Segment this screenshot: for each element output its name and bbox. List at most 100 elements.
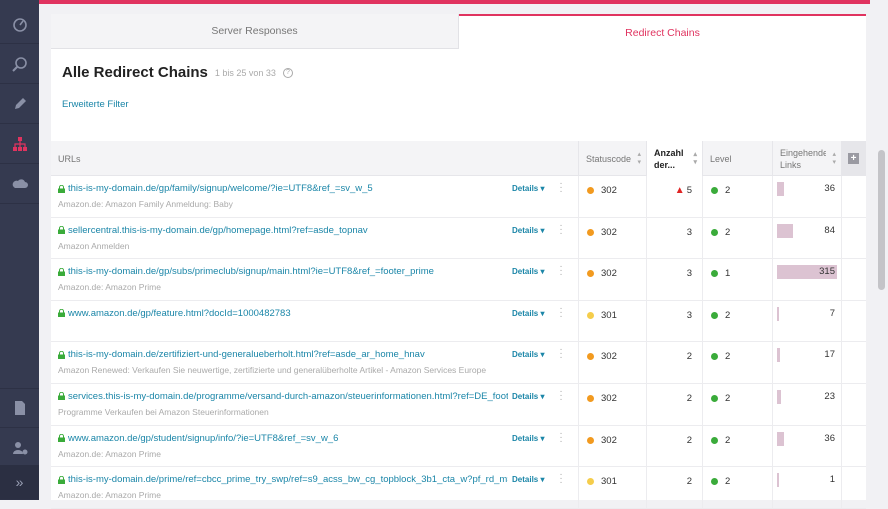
sidebar-item-cloud[interactable] <box>0 164 39 204</box>
lock-icon <box>58 226 65 235</box>
status-dot-icon <box>587 228 594 236</box>
dashboard-gauge-icon <box>12 17 27 32</box>
url-link[interactable]: this-is-my-domain.de/zertifiziert-und-ge… <box>68 349 425 360</box>
table-row: www.amazon.de/gp/student/signup/info/?ie… <box>51 425 866 468</box>
more-options-icon[interactable]: · · · <box>557 345 565 363</box>
anzahl-cell: 3 <box>647 217 703 259</box>
more-options-icon[interactable]: · · · <box>557 386 565 404</box>
more-options-icon[interactable]: · · · <box>557 303 565 321</box>
column-urls[interactable]: URLs <box>51 141 579 176</box>
lock-icon <box>58 350 65 359</box>
details-dropdown[interactable]: Details ▾ <box>512 267 544 276</box>
url-link[interactable]: this-is-my-domain.de/prime/ref=cbcc_prim… <box>68 474 508 485</box>
statuscode-cell: 302 <box>579 217 647 259</box>
advanced-filter-link[interactable]: Erweiterte Filter <box>62 99 129 110</box>
level-cell: 2 <box>703 467 773 508</box>
anzahl-cell: 3 <box>647 259 703 300</box>
details-dropdown[interactable]: Details ▾ <box>512 350 544 359</box>
level-cell: 2 <box>703 176 773 217</box>
sidebar-item-user-settings[interactable] <box>0 428 39 468</box>
column-anzahl[interactable]: Anzahl der... ▴ ▾ <box>647 141 703 176</box>
url-cell: www.amazon.de/gp/feature.html?docId=1000… <box>51 300 579 342</box>
tab-bar: Server Responses Redirect Chains <box>51 14 866 49</box>
url-cell: this-is-my-domain.de/prime/ref=cbcc_prim… <box>51 467 579 508</box>
anzahl-cell: 2 <box>647 342 703 383</box>
links-cell: 36 <box>773 176 842 217</box>
lock-icon <box>58 309 65 318</box>
details-dropdown[interactable]: Details ▾ <box>512 184 544 193</box>
column-links[interactable]: Eingehende Links ▴ ▾ <box>773 141 842 176</box>
sidebar-item-sitemap[interactable] <box>0 124 39 164</box>
level-cell: 2 <box>703 217 773 259</box>
main-card: Server Responses Redirect Chains Alle Re… <box>51 14 866 509</box>
url-cell: this-is-my-domain.de/gp/family/signup/we… <box>51 176 579 217</box>
column-level[interactable]: Level <box>703 141 773 176</box>
more-options-icon[interactable]: · · · <box>557 428 565 446</box>
page-title-text: Amazon.de: Amazon Prime <box>58 448 161 459</box>
add-column-button[interactable]: + <box>842 141 866 176</box>
url-link[interactable]: www.amazon.de/gp/student/signup/info/?ie… <box>68 433 338 444</box>
expand-sidebar-button[interactable]: » <box>0 465 39 500</box>
sidebar-item-reports[interactable] <box>0 388 39 428</box>
anzahl-cell: ▲ 5 <box>647 176 703 217</box>
warning-icon: ▲ <box>674 185 685 196</box>
more-options-icon[interactable]: · · · <box>557 220 565 238</box>
pencil-icon <box>14 97 26 109</box>
tab-server-responses[interactable]: Server Responses <box>51 14 459 49</box>
more-options-icon[interactable]: · · · <box>557 262 565 280</box>
links-cell: 84 <box>773 217 842 259</box>
details-dropdown[interactable]: Details ▾ <box>512 475 544 484</box>
status-dot-icon <box>587 353 594 361</box>
page-title-text: Programme Verkaufen bei Amazon Steuerinf… <box>58 406 269 417</box>
more-options-icon[interactable]: · · · <box>557 470 565 488</box>
help-icon[interactable]: ? <box>282 67 293 78</box>
column-statuscode[interactable]: Statuscode ▴ ▾ <box>579 141 647 176</box>
level-dot-icon <box>711 436 718 444</box>
cloud-icon <box>12 178 28 188</box>
url-link[interactable]: this-is-my-domain.de/gp/subs/primeclub/s… <box>68 266 434 277</box>
level-dot-icon <box>711 228 718 236</box>
url-cell: this-is-my-domain.de/zertifiziert-und-ge… <box>51 342 579 383</box>
sidebar-item-analysis[interactable] <box>0 44 39 84</box>
sitemap-icon <box>12 136 27 151</box>
sidebar: » <box>0 0 39 500</box>
sidebar-item-edit[interactable] <box>0 84 39 124</box>
more-options-icon[interactable]: · · · <box>557 179 565 197</box>
sort-icon[interactable]: ▴ ▾ <box>637 151 641 167</box>
sort-icon[interactable]: ▴ ▾ <box>693 151 697 167</box>
statuscode-cell: 302 <box>579 176 647 217</box>
table-body: this-is-my-domain.de/gp/family/signup/we… <box>51 176 866 509</box>
details-dropdown[interactable]: Details ▾ <box>512 309 544 318</box>
page-title-text: Amazon.de: Amazon Prime <box>58 282 161 293</box>
details-dropdown[interactable]: Details ▾ <box>512 434 544 443</box>
table-row: this-is-my-domain.de/gp/subs/primeclub/s… <box>51 259 866 301</box>
status-dot-icon <box>587 436 594 444</box>
level-dot-icon <box>711 353 718 361</box>
url-link[interactable]: www.amazon.de/gp/feature.html?docId=1000… <box>68 308 291 319</box>
page-title-text: Amazon Anmelden <box>58 240 130 251</box>
links-bar <box>777 306 779 321</box>
url-link[interactable]: this-is-my-domain.de/gp/family/signup/we… <box>68 183 373 194</box>
url-link[interactable]: services.this-is-my-domain.de/programme/… <box>68 391 508 402</box>
details-dropdown[interactable]: Details ▾ <box>512 226 544 235</box>
status-dot-icon <box>587 270 594 278</box>
table-row: this-is-my-domain.de/gp/family/signup/we… <box>51 176 866 218</box>
level-cell: 2 <box>703 383 773 425</box>
anzahl-cell: 2 <box>647 467 703 508</box>
details-dropdown[interactable]: Details ▾ <box>512 392 544 401</box>
links-cell: 23 <box>773 383 842 425</box>
top-accent-bar <box>0 0 888 4</box>
scrollbar-thumb[interactable] <box>878 150 885 290</box>
result-count: 1 bis 25 von 33 <box>214 67 276 78</box>
url-cell: www.amazon.de/gp/student/signup/info/?ie… <box>51 425 579 467</box>
anzahl-cell: 3 <box>647 300 703 342</box>
tab-redirect-chains[interactable]: Redirect Chains <box>459 14 866 49</box>
status-dot-icon <box>587 478 594 486</box>
sidebar-item-dashboard[interactable] <box>0 4 39 44</box>
status-dot-icon <box>587 187 594 194</box>
level-dot-icon <box>711 311 718 319</box>
sort-icon[interactable]: ▴ ▾ <box>832 151 836 167</box>
links-bar <box>777 223 793 238</box>
links-cell: 1 <box>773 467 842 508</box>
url-link[interactable]: sellercentral.this-is-my-domain.de/gp/ho… <box>68 225 368 236</box>
